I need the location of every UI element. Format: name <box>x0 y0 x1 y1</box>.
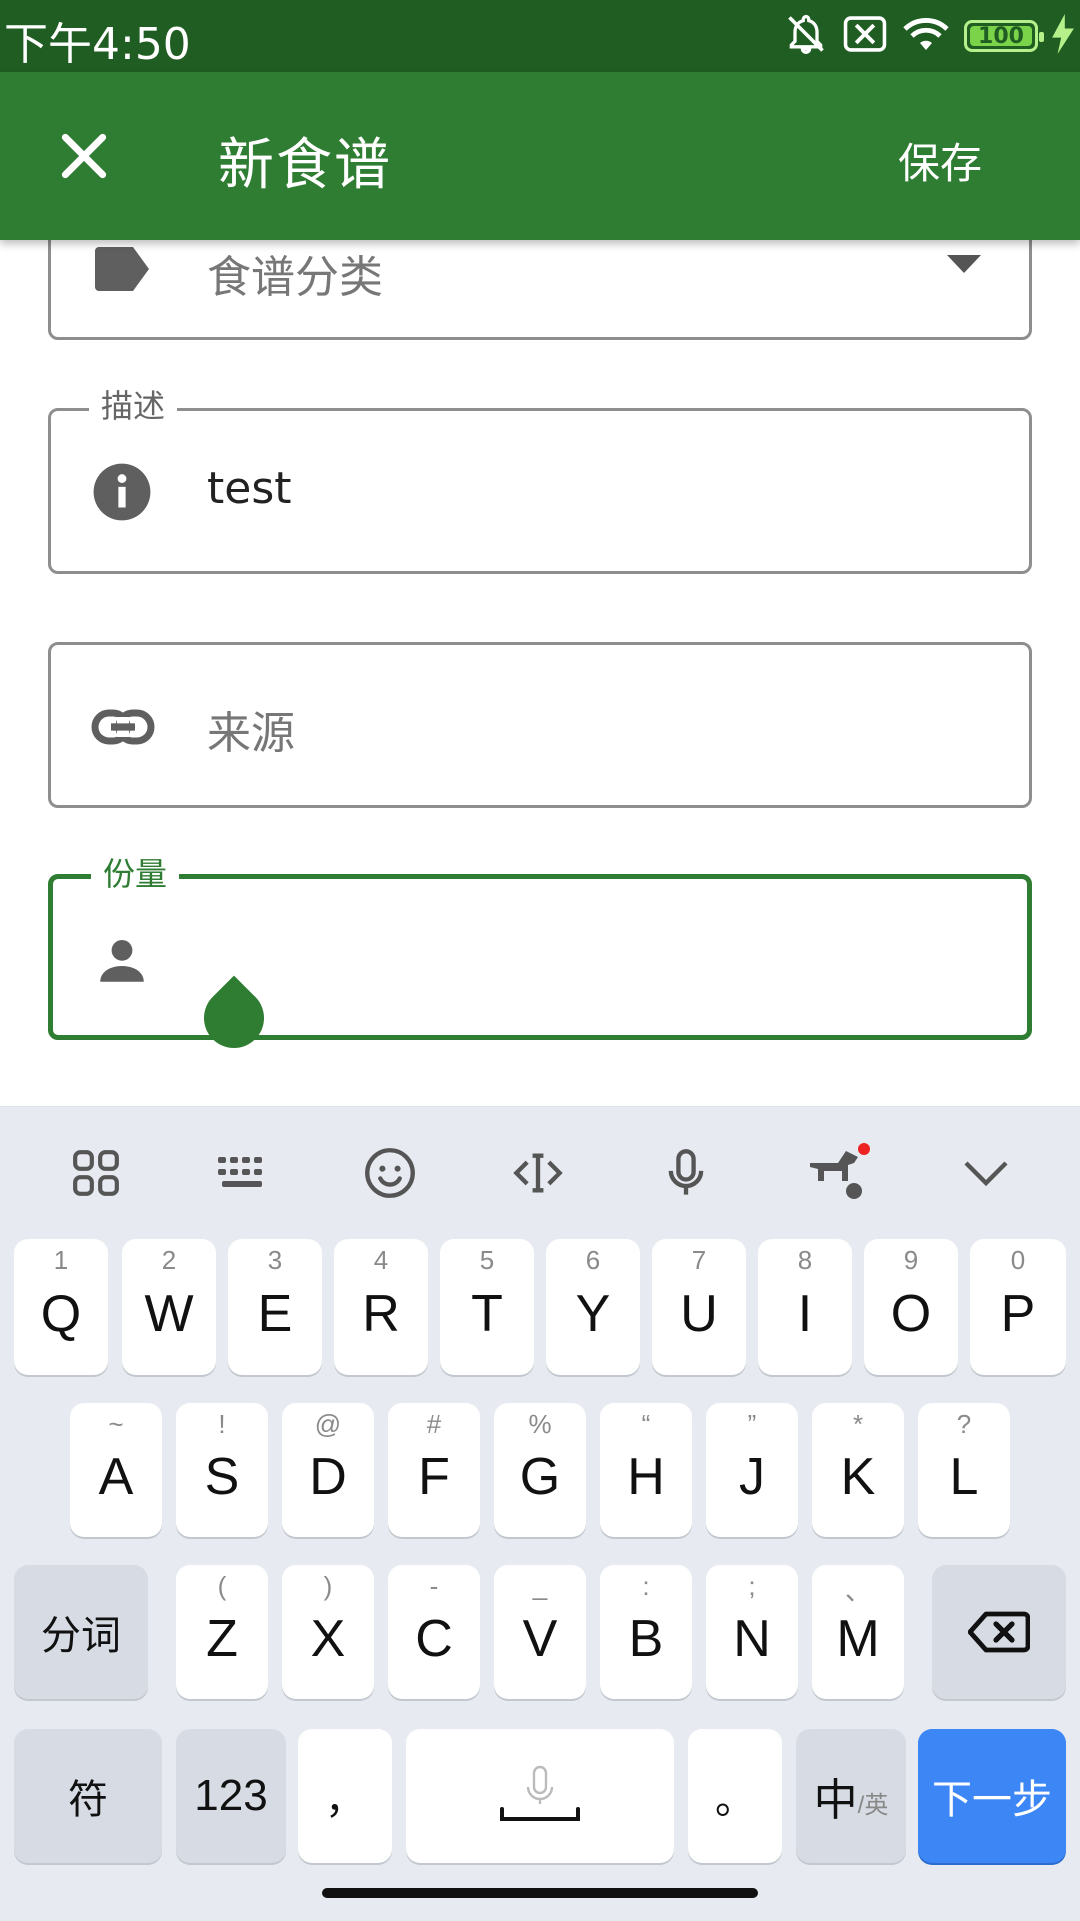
collapse-chevron-icon[interactable] <box>960 1147 1012 1199</box>
label-icon <box>91 245 151 297</box>
close-icon <box>61 133 107 179</box>
info-icon <box>91 461 153 527</box>
key-h[interactable]: “H <box>600 1403 692 1537</box>
key-e[interactable]: 3E <box>228 1239 322 1375</box>
key-y[interactable]: 6Y <box>546 1239 640 1375</box>
category-dropdown[interactable]: 食谱分类 <box>48 240 1032 340</box>
key-u[interactable]: 7U <box>652 1239 746 1375</box>
key-w[interactable]: 2W <box>122 1239 216 1375</box>
status-time: 下午4:50 <box>4 19 191 70</box>
charging-icon <box>1052 14 1074 58</box>
bell-off-icon <box>784 12 828 60</box>
description-field[interactable]: 描述 test <box>48 381 1032 574</box>
status-bar: 下午4:50 100 <box>0 0 1080 72</box>
key-a[interactable]: ~ A <box>70 1403 162 1537</box>
key-n[interactable]: ; N <box>706 1565 798 1699</box>
emoji-icon[interactable] <box>364 1147 416 1199</box>
save-button[interactable]: 保存 <box>898 130 982 191</box>
key-b[interactable]: :B <box>600 1565 692 1699</box>
description-value: test <box>207 463 292 514</box>
close-button[interactable] <box>52 124 116 188</box>
link-icon <box>91 699 155 759</box>
key-t[interactable]: 5T <box>440 1239 534 1375</box>
space-mic-icon <box>500 1765 580 1821</box>
guide-dog-icon[interactable] <box>806 1143 870 1199</box>
comma-key[interactable]: ， <box>298 1729 392 1863</box>
key-x[interactable]: ) X <box>282 1565 374 1699</box>
description-label: 描述 <box>89 381 178 427</box>
key-l[interactable]: ? L <box>918 1403 1010 1537</box>
microphone-icon[interactable] <box>660 1147 712 1199</box>
symbols-key[interactable]: 符 <box>14 1729 162 1863</box>
backspace-icon <box>968 1611 1030 1653</box>
key-v[interactable]: _ V <box>494 1565 586 1699</box>
next-button[interactable]: 下一步 <box>918 1729 1066 1863</box>
status-icons: 100 <box>784 10 1074 62</box>
period-key[interactable]: 。 <box>688 1729 782 1863</box>
numbers-key[interactable]: 123 <box>176 1729 286 1863</box>
keyboard-toolbar <box>0 1107 1080 1231</box>
backspace-key[interactable] <box>932 1565 1066 1699</box>
key-i[interactable]: 8I <box>758 1239 852 1375</box>
key-q[interactable]: 1Q <box>14 1239 108 1375</box>
key-d[interactable]: @ D <box>282 1403 374 1537</box>
key-f[interactable]: # F <box>388 1403 480 1537</box>
key-s[interactable]: ! S <box>176 1403 268 1537</box>
person-icon <box>93 931 151 993</box>
apps-grid-icon[interactable] <box>70 1147 122 1199</box>
language-switch-key[interactable]: 中/英 <box>796 1729 906 1863</box>
key-p[interactable]: 0P <box>970 1239 1066 1375</box>
text-cursor-icon[interactable] <box>512 1147 564 1199</box>
category-placeholder: 食谱分类 <box>207 252 383 303</box>
servings-field[interactable]: 份量 <box>48 849 1032 1040</box>
wifi-icon <box>902 14 950 58</box>
key-c[interactable]: -C <box>388 1565 480 1699</box>
battery-level: 100 <box>978 23 1024 49</box>
recipe-form: 食谱分类 描述 test 来源 份量 <box>0 240 1080 1106</box>
arrow-drop-down-icon <box>947 255 981 277</box>
key-j[interactable]: ” J <box>706 1403 798 1537</box>
sim-off-icon <box>842 14 888 58</box>
soft-keyboard: 1Q 2W 3E 4R 5T 6Y 7U 8I 9O 0P ~ A ! S @ D #… <box>0 1106 1080 1921</box>
key-m[interactable]: 、 M <box>812 1565 904 1699</box>
key-k[interactable]: * K <box>812 1403 904 1537</box>
key-r[interactable]: 4R <box>334 1239 428 1375</box>
home-indicator[interactable] <box>322 1888 758 1898</box>
key-o[interactable]: 9O <box>864 1239 958 1375</box>
app-bar: 新食谱 保存 <box>0 72 1080 240</box>
space-key[interactable] <box>406 1729 674 1863</box>
servings-label: 份量 <box>91 849 180 895</box>
source-placeholder: 来源 <box>207 708 295 759</box>
source-field[interactable]: 来源 <box>48 642 1032 808</box>
segment-key[interactable]: 分词 <box>14 1565 148 1699</box>
battery-icon: 100 <box>964 20 1044 52</box>
key-g[interactable]: % G <box>494 1403 586 1537</box>
page-title: 新食谱 <box>218 133 392 198</box>
key-z[interactable]: (Z <box>176 1565 268 1699</box>
keyboard-icon[interactable] <box>216 1147 268 1199</box>
